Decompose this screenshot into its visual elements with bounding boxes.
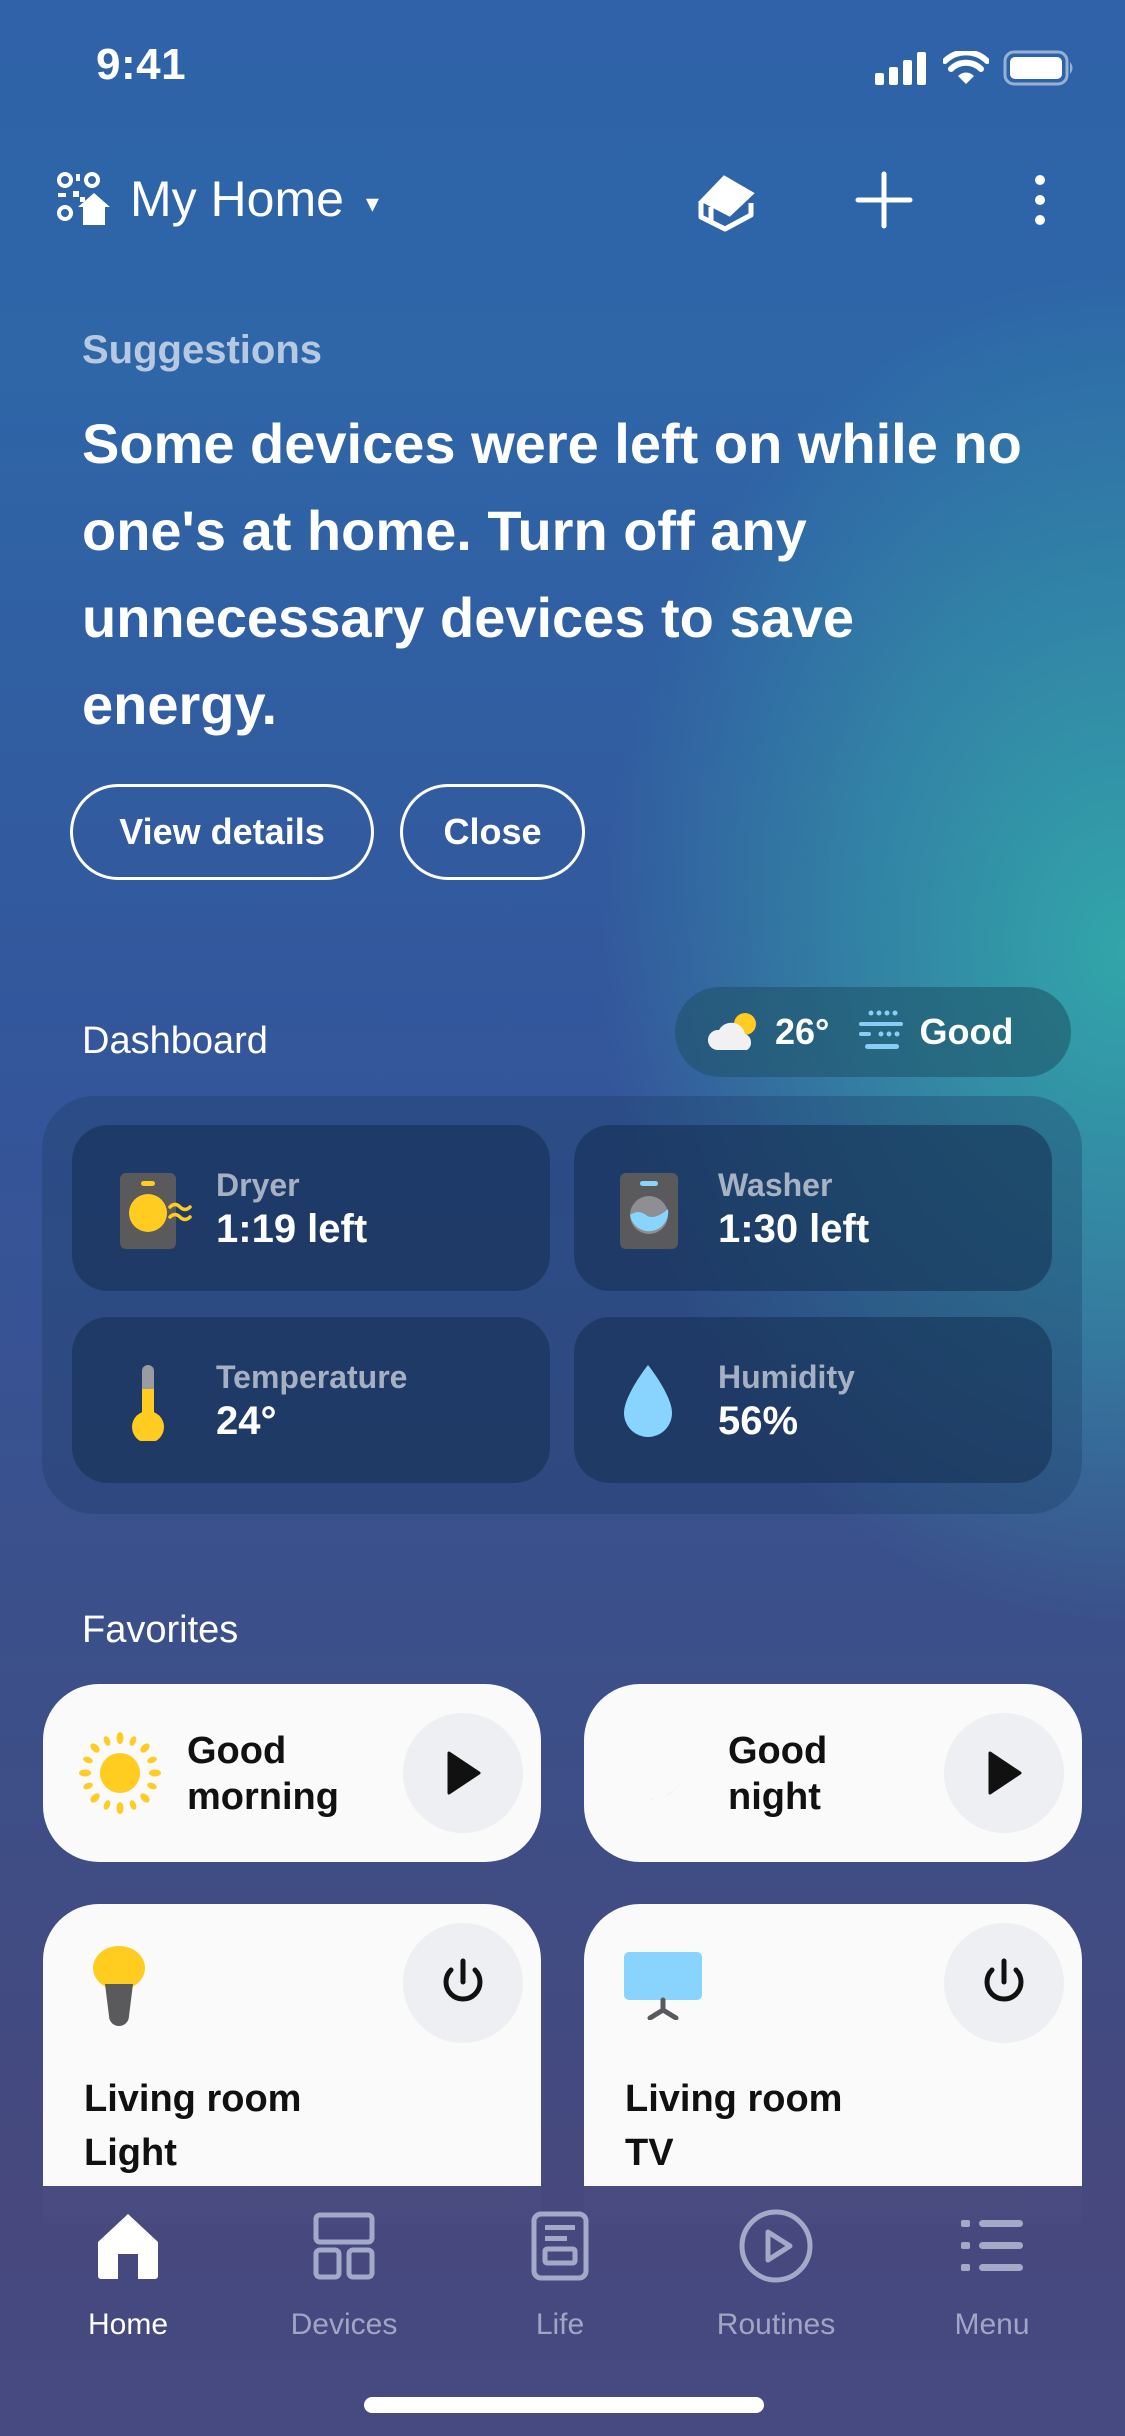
nav-label: Devices [290, 2308, 398, 2341]
device-name-line1: Living room [84, 2078, 302, 2120]
device-living-room-tv[interactable]: Living room TV [584, 1904, 1082, 2224]
home-indicator[interactable] [364, 2397, 764, 2413]
nav-item-home[interactable]: Home [38, 2206, 218, 2342]
run-routine-button[interactable] [403, 1713, 523, 1833]
close-suggestion-button[interactable]: Close [400, 784, 585, 880]
routine-name-line2: morning [187, 1776, 339, 1818]
nav-label: Menu [954, 2308, 1030, 2341]
run-routine-button[interactable] [944, 1713, 1064, 1833]
suggestions-label: Suggestions [82, 328, 323, 372]
nav-item-menu[interactable]: Menu [902, 2206, 1082, 2342]
tile-value: 56% [718, 1399, 799, 1443]
nav-item-devices[interactable]: Devices [254, 2206, 434, 2342]
device-name-line2: TV [625, 2132, 674, 2174]
water-drop-icon [624, 1365, 672, 1437]
device-name-line2: Light [84, 2132, 177, 2174]
life-icon [531, 2211, 589, 2281]
routine-name-line1: Good [728, 1730, 828, 1772]
routine-name-line1: Good [187, 1730, 287, 1772]
thermometer-icon [132, 1365, 164, 1441]
dashboard-tile-temperature[interactable]: Temperature 24° [72, 1317, 550, 1483]
more-vertical-icon [1035, 175, 1045, 225]
app-header: My Home ▾ [0, 160, 1125, 240]
play-icon [447, 1751, 481, 1795]
routine-good-morning[interactable]: Good morning [43, 1684, 541, 1862]
status-icons [875, 50, 1077, 86]
suggestion-message: Some devices were left on while no one's… [82, 412, 1022, 736]
more-options-button[interactable] [1004, 164, 1076, 236]
dashboard-tile-humidity[interactable]: Humidity 56% [574, 1317, 1052, 1483]
nav-label: Routines [716, 2308, 836, 2341]
devices-icon [313, 2212, 375, 2280]
weather-pill[interactable]: 26° Good [675, 987, 1071, 1077]
tv-icon [624, 1952, 702, 2020]
tile-value: 1:19 left [216, 1207, 368, 1251]
partly-cloudy-icon [707, 1013, 756, 1050]
air-quality-icon [859, 1010, 904, 1049]
power-icon [443, 1958, 483, 2002]
weather-temperature: 26° [775, 1011, 830, 1052]
sun-icon [79, 1732, 161, 1814]
status-time: 9:41 [96, 40, 187, 89]
dashboard-tile-washer[interactable]: Washer 1:30 left [574, 1125, 1052, 1291]
dashboard-tile-dryer[interactable]: Dryer 1:19 left [72, 1125, 550, 1291]
air-quality-status: Good [919, 1011, 1014, 1052]
wifi-icon [943, 51, 989, 84]
light-bulb-icon [93, 1946, 145, 2026]
nav-label: Life [535, 2308, 585, 2341]
tile-value: 1:30 left [718, 1207, 870, 1251]
routine-name-line2: night [728, 1776, 821, 1818]
cellular-signal-icon [875, 52, 926, 85]
view-details-button[interactable]: View details [70, 784, 374, 880]
plus-icon [855, 171, 913, 229]
nav-item-routines[interactable]: Routines [686, 2206, 866, 2342]
nav-item-life[interactable]: Life [470, 2206, 650, 2342]
tile-label: Temperature [216, 1359, 408, 1395]
home-switcher[interactable]: My Home ▾ [56, 170, 379, 228]
power-toggle-button[interactable] [944, 1923, 1064, 2043]
play-icon [988, 1751, 1022, 1795]
home-icon [98, 2214, 158, 2279]
menu-icon [961, 2220, 1023, 2271]
power-toggle-button[interactable] [403, 1923, 523, 2043]
add-button[interactable] [848, 164, 920, 236]
routine-good-night[interactable]: Good night [584, 1684, 1082, 1862]
routines-icon [739, 2209, 813, 2283]
hub-button[interactable] [690, 164, 762, 236]
device-living-room-light[interactable]: Living room Light [43, 1904, 541, 2224]
battery-icon [1003, 50, 1073, 86]
status-bar: 9:41 [0, 0, 1125, 140]
tile-value: 24° [216, 1399, 277, 1443]
dashboard-label: Dashboard [82, 1020, 268, 1062]
chevron-down-icon: ▾ [365, 187, 379, 218]
tile-label: Washer [718, 1167, 833, 1203]
nav-label: Home [87, 2308, 169, 2341]
device-name-line1: Living room [625, 2078, 843, 2120]
home-name: My Home [130, 171, 344, 227]
moon-icon [626, 1736, 687, 1800]
favorites-label: Favorites [82, 1609, 239, 1651]
power-icon [984, 1958, 1024, 2002]
tile-label: Humidity [718, 1359, 855, 1395]
hub-icon [698, 175, 755, 232]
tile-label: Dryer [216, 1167, 300, 1203]
dryer-icon [120, 1173, 192, 1249]
qr-home-icon [57, 172, 110, 225]
washer-icon [620, 1173, 678, 1249]
